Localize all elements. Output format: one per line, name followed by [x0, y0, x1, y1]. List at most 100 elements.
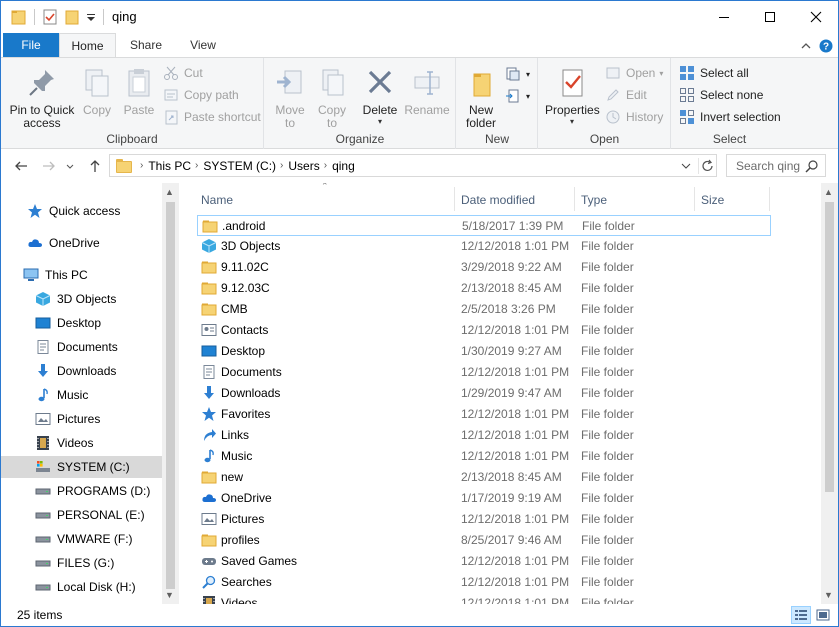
table-row[interactable]: 9.12.03C 2/13/2018 8:45 AM File folder	[197, 278, 771, 299]
delete-button[interactable]: Delete ▾	[361, 62, 399, 127]
sidebar-item-system-c[interactable]: SYSTEM (C:)	[1, 456, 162, 478]
rename-button[interactable]: Rename	[403, 62, 451, 117]
table-row[interactable]: 9.11.02C 3/29/2018 9:22 AM File folder	[197, 257, 771, 278]
address-bar[interactable]: › This PC › SYSTEM (C:) › Users › qing	[109, 154, 717, 177]
table-row[interactable]: Pictures 12/12/2018 1:01 PM File folder	[197, 509, 771, 530]
sidebar-item-pictures[interactable]: Pictures	[1, 408, 162, 430]
select-none-button[interactable]: Select none	[679, 85, 763, 105]
file-list-scrollbar[interactable]: ▲ ▼	[821, 183, 838, 604]
search-box[interactable]: Search qing	[726, 154, 826, 177]
new-folder-icon[interactable]	[63, 8, 81, 26]
breadcrumb-users[interactable]: Users	[288, 159, 319, 173]
customize-qat-dropdown-icon[interactable]	[85, 8, 97, 26]
file-list-scrollbar-thumb[interactable]	[825, 202, 834, 492]
column-header-type[interactable]: Type	[581, 187, 607, 213]
sidebar-item-quick-access[interactable]: Quick access	[1, 200, 162, 222]
properties-button[interactable]: Properties ▾	[545, 62, 600, 127]
sidebar-item-vmware-f[interactable]: VMWARE (F:)	[1, 528, 162, 550]
column-divider[interactable]	[694, 187, 695, 211]
table-row[interactable]: Searches 12/12/2018 1:01 PM File folder	[197, 572, 771, 593]
select-all-button[interactable]: Select all	[679, 63, 749, 83]
column-divider[interactable]	[769, 187, 770, 211]
sidebar-item-local-disk-h[interactable]: Local Disk (H:)	[1, 576, 162, 598]
paste-button[interactable]: Paste	[119, 62, 159, 117]
address-dropdown-icon[interactable]	[678, 158, 694, 174]
breadcrumb-qing[interactable]: qing	[332, 159, 355, 173]
breadcrumb-chevron-icon[interactable]: ›	[280, 160, 283, 171]
sidebar-item-videos[interactable]: Videos	[1, 432, 162, 454]
column-header-size[interactable]: Size	[701, 187, 724, 213]
table-row[interactable]: new 2/13/2018 8:45 AM File folder	[197, 467, 771, 488]
recent-locations-dropdown-icon[interactable]	[65, 158, 75, 174]
help-icon[interactable]: ?	[819, 39, 833, 53]
table-row[interactable]: Videos 12/12/2018 1:01 PM File folder	[197, 593, 771, 604]
copy-button[interactable]: Copy	[79, 62, 115, 117]
scroll-down-arrow-icon[interactable]: ▼	[824, 590, 833, 600]
breadcrumb-this-pc[interactable]: This PC	[148, 159, 191, 173]
sidebar-item-music[interactable]: Music	[1, 384, 162, 406]
scroll-up-arrow-icon[interactable]: ▲	[165, 187, 174, 197]
sidebar-item-downloads[interactable]: Downloads	[1, 360, 162, 382]
table-row[interactable]: .android 5/18/2017 1:39 PM File folder	[197, 215, 771, 236]
copy-path-button[interactable]: Copy path	[163, 85, 239, 105]
back-arrow-icon[interactable]	[13, 158, 29, 174]
open-button[interactable]: Open ▾	[605, 63, 663, 83]
tab-home[interactable]: Home	[59, 33, 116, 58]
sidebar-item-onedrive[interactable]: OneDrive	[1, 232, 162, 254]
close-button[interactable]	[793, 1, 838, 33]
history-button[interactable]: History	[605, 107, 663, 127]
properties-check-icon[interactable]	[41, 8, 59, 26]
sidebar-item-documents[interactable]: Documents	[1, 336, 162, 358]
table-row[interactable]: CMB 2/5/2018 3:26 PM File folder	[197, 299, 771, 320]
tab-view[interactable]: View	[174, 33, 232, 57]
column-header-date-modified[interactable]: Date modified	[461, 187, 535, 213]
column-divider[interactable]	[454, 187, 455, 211]
search-icon[interactable]	[804, 158, 820, 174]
sidebar-item-desktop[interactable]: Desktop	[1, 312, 162, 334]
breadcrumb-chevron-icon[interactable]: ›	[324, 160, 327, 171]
table-row[interactable]: Links 12/12/2018 1:01 PM File folder	[197, 425, 771, 446]
details-view-button[interactable]	[791, 606, 811, 624]
scroll-down-arrow-icon[interactable]: ▼	[165, 590, 174, 600]
table-row[interactable]: OneDrive 1/17/2019 9:19 AM File folder	[197, 488, 771, 509]
collapse-ribbon-icon[interactable]	[799, 39, 813, 53]
tab-file[interactable]: File	[3, 33, 59, 57]
sidebar-item-files-g[interactable]: FILES (G:)	[1, 552, 162, 574]
maximize-button[interactable]	[747, 1, 793, 33]
easy-access-button[interactable]: ▾	[505, 86, 530, 106]
sidebar-item-programs-d[interactable]: PROGRAMS (D:)	[1, 480, 162, 502]
new-item-button[interactable]: ▾	[505, 64, 530, 84]
table-row[interactable]: Desktop 1/30/2019 9:27 AM File folder	[197, 341, 771, 362]
nav-scrollbar[interactable]: ▲ ▼	[162, 183, 179, 604]
up-arrow-icon[interactable]	[87, 158, 103, 174]
refresh-icon[interactable]	[698, 157, 714, 174]
nav-scrollbar-thumb[interactable]	[166, 202, 175, 589]
scroll-up-arrow-icon[interactable]: ▲	[824, 187, 833, 197]
sidebar-item-personal-e[interactable]: PERSONAL (E:)	[1, 504, 162, 526]
search-input[interactable]: Search qing	[727, 159, 804, 173]
sidebar-item-this-pc[interactable]: This PC	[1, 264, 162, 286]
column-header-name[interactable]: Name	[201, 187, 233, 213]
breadcrumb-chevron-icon[interactable]: ›	[140, 160, 143, 171]
breadcrumb-system-c[interactable]: SYSTEM (C:)	[203, 159, 276, 173]
pin-to-quick-access-button[interactable]: Pin to Quick access	[7, 62, 77, 130]
edit-button[interactable]: Edit	[605, 85, 647, 105]
cut-button[interactable]: Cut	[163, 63, 203, 83]
copy-to-button[interactable]: Copy to	[313, 62, 351, 130]
table-row[interactable]: Documents 12/12/2018 1:01 PM File folder	[197, 362, 771, 383]
tab-share[interactable]: Share	[118, 33, 174, 57]
table-row[interactable]: Favorites 12/12/2018 1:01 PM File folder	[197, 404, 771, 425]
delete-dropdown-icon[interactable]: ▾	[361, 117, 399, 127]
table-row[interactable]: Music 12/12/2018 1:01 PM File folder	[197, 446, 771, 467]
properties-dropdown-icon[interactable]: ▾	[545, 117, 599, 127]
table-row[interactable]: Downloads 1/29/2019 9:47 AM File folder	[197, 383, 771, 404]
paste-shortcut-button[interactable]: Paste shortcut	[163, 107, 261, 127]
large-icons-view-button[interactable]	[813, 606, 833, 624]
column-divider[interactable]	[574, 187, 575, 211]
minimize-button[interactable]	[701, 1, 747, 33]
table-row[interactable]: 3D Objects 12/12/2018 1:01 PM File folder	[197, 236, 771, 257]
sidebar-item-3d-objects[interactable]: 3D Objects	[1, 288, 162, 310]
table-row[interactable]: Saved Games 12/12/2018 1:01 PM File folder	[197, 551, 771, 572]
table-row[interactable]: Contacts 12/12/2018 1:01 PM File folder	[197, 320, 771, 341]
new-folder-button[interactable]: New folder	[461, 62, 501, 130]
